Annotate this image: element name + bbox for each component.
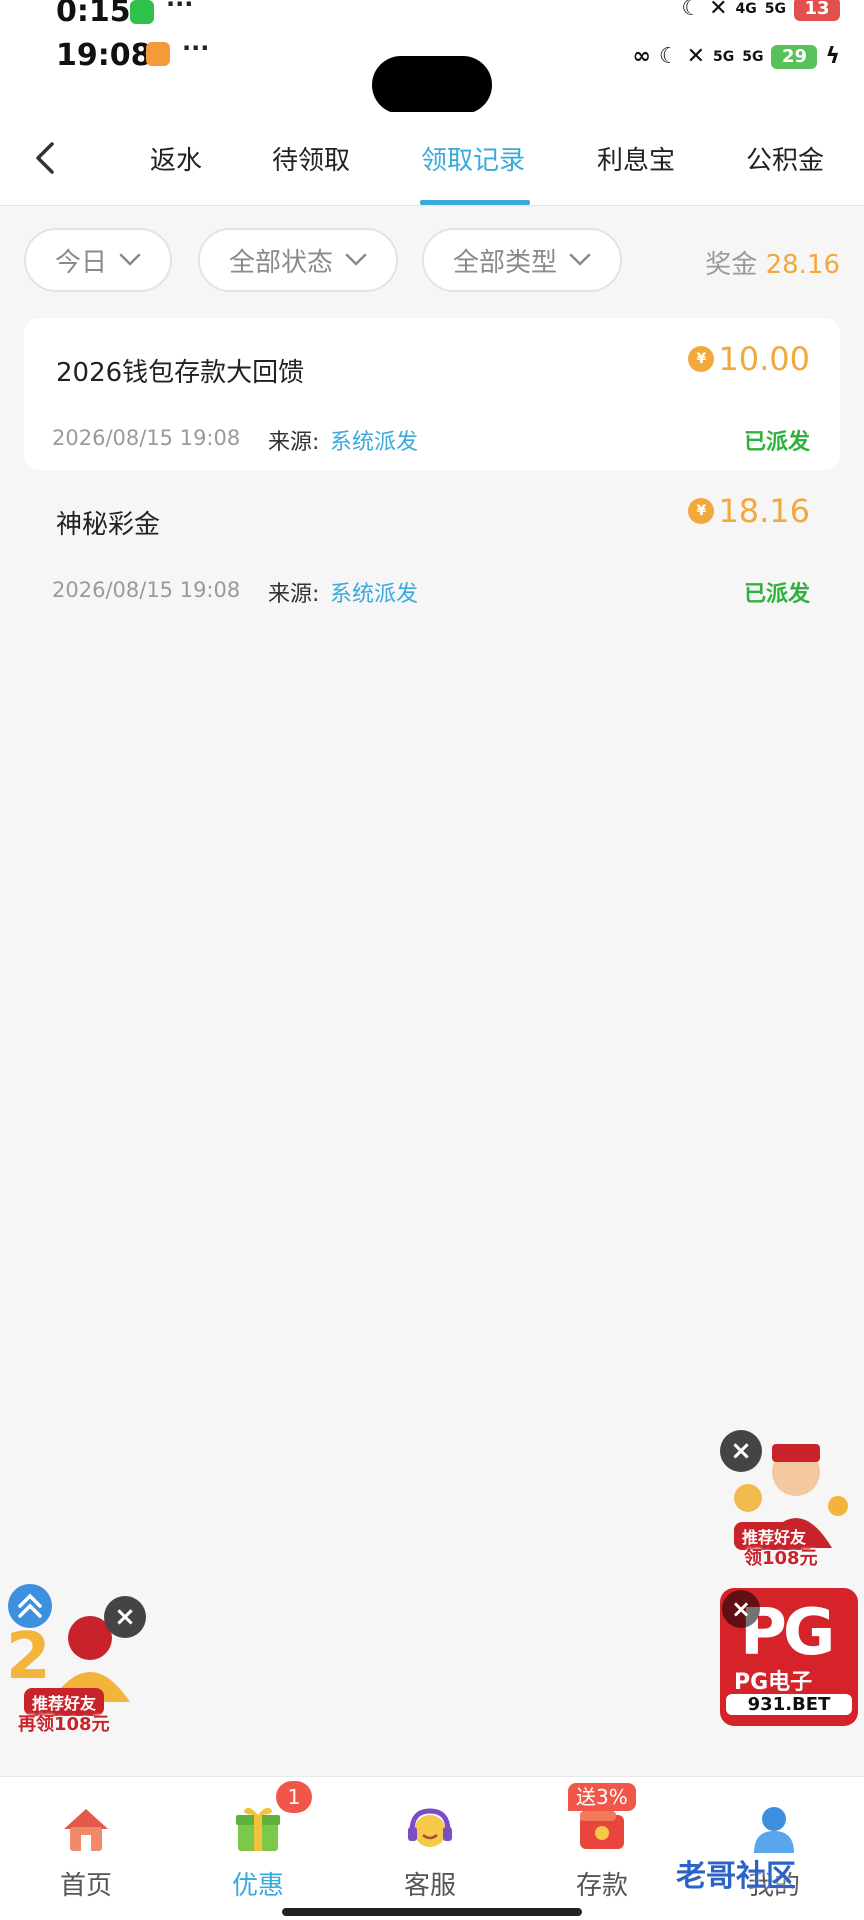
record-amount: ¥ 18.16	[688, 492, 810, 530]
svg-text:2: 2	[6, 1620, 51, 1694]
nav-support[interactable]: 客服	[344, 1777, 516, 1920]
back-button[interactable]	[26, 138, 66, 178]
pg-site: 931.BET	[726, 1694, 852, 1715]
status-time: 0:15	[56, 0, 131, 29]
watermark: 老哥社区	[676, 1859, 796, 1894]
app-notification-icon	[146, 42, 170, 66]
status-time: 19:08	[56, 38, 152, 73]
chevron-down-icon	[569, 253, 591, 266]
record-item[interactable]: 神秘彩金 ¥ 18.16 2026/08/15 19:08 来源: 系统派发 已…	[24, 470, 840, 622]
more-notifications-icon: ···	[182, 34, 210, 62]
status-filter-dropdown[interactable]: 全部状态	[198, 228, 398, 292]
moon-icon: ☾	[658, 44, 679, 69]
record-title: 神秘彩金	[56, 510, 161, 540]
home-icon	[64, 1809, 108, 1851]
gift-icon	[236, 1807, 280, 1851]
pg-label: PG电子	[734, 1670, 813, 1695]
headset-icon	[408, 1808, 452, 1847]
tab-interest[interactable]: 利息宝	[597, 140, 675, 177]
nav-promotions[interactable]: 1 优惠	[172, 1777, 344, 1920]
coin-icon: ¥	[688, 346, 715, 372]
chevron-down-icon	[345, 253, 367, 266]
record-date: 2026/08/15 19:08	[52, 578, 241, 602]
moon-icon: ☾	[681, 0, 702, 21]
charging-icon: ϟ	[825, 44, 840, 69]
top-tab-bar: 返水 待领取 领取记录 利息宝 公积金	[0, 112, 864, 206]
nav-home-label: 首页	[59, 1871, 112, 1901]
tab-pending[interactable]: 待领取	[272, 140, 350, 177]
status-filter-label: 全部状态	[228, 247, 333, 278]
signal-icon: 5G	[764, 0, 786, 17]
bottom-nav: 首页 1 优惠 客服 送3% 存款 我的 老哥社区	[0, 1776, 864, 1920]
signal-icon: 5G	[742, 48, 764, 65]
more-notifications-icon: ···	[166, 0, 194, 18]
status-bar: 19:08 ··· ∞ ☾ ✕ 5G 5G 29 ϟ	[0, 30, 864, 114]
record-status: 已派发	[743, 582, 810, 607]
record-amount: ¥ 10.00	[688, 340, 810, 378]
status-bar-secondary: 0:15 ··· ☾ ✕ 4G 5G 13	[0, 0, 864, 30]
mute-icon: ✕	[686, 44, 706, 69]
signal-icon: 5G	[713, 48, 735, 65]
status-indicators: ∞ ☾ ✕ 5G 5G 29 ϟ	[633, 44, 840, 69]
nav-profile[interactable]: 我的	[688, 1777, 860, 1920]
record-item[interactable]: 2026钱包存款大回馈 ¥ 10.00 2026/08/15 19:08 来源:…	[24, 318, 840, 470]
nav-support-label: 客服	[403, 1871, 456, 1901]
close-icon[interactable]: ×	[722, 1590, 760, 1628]
coin-icon: ¥	[688, 498, 715, 524]
bonus-total: 奖金 28.16	[705, 244, 840, 281]
date-filter-dropdown[interactable]: 今日	[24, 228, 172, 292]
refer-friend-promo[interactable]: × 推荐好友 领108元	[720, 1428, 860, 1569]
link-icon: ∞	[632, 44, 651, 69]
promotions-badge: 1	[276, 1781, 312, 1813]
battery-icon: 13	[794, 0, 840, 21]
record-source: 系统派发	[330, 582, 419, 607]
home-indicator	[282, 1908, 582, 1916]
record-amount-value: 18.16	[718, 492, 810, 530]
promo-subtitle: 再领108元	[18, 1714, 110, 1735]
bonus-value: 28.16	[765, 250, 840, 280]
refer-friend-promo-left[interactable]: 2 × 推荐好友 再领108元	[4, 1592, 146, 1738]
chevron-down-icon	[119, 253, 141, 266]
nav-deposit[interactable]: 送3% 存款	[516, 1777, 688, 1920]
nav-home[interactable]: 首页	[0, 1777, 172, 1920]
promo-subtitle: 领108元	[744, 1548, 818, 1569]
nav-promotions-label: 优惠	[231, 1871, 284, 1901]
type-filter-label: 全部类型	[452, 247, 557, 278]
close-icon[interactable]: ×	[720, 1430, 762, 1472]
record-source-label: 来源:	[268, 430, 320, 455]
deposit-bonus-badge: 送3%	[568, 1783, 636, 1811]
record-title: 2026钱包存款大回馈	[56, 358, 305, 388]
active-tab-indicator	[420, 200, 530, 205]
chevron-left-icon	[36, 142, 54, 174]
record-source: 系统派发	[330, 430, 419, 455]
tab-rebate[interactable]: 返水	[150, 140, 202, 177]
tab-provident-fund[interactable]: 公积金	[746, 140, 824, 177]
record-date: 2026/08/15 19:08	[52, 426, 241, 450]
close-icon[interactable]: ×	[104, 1596, 146, 1638]
record-source-label: 来源:	[268, 582, 320, 607]
user-icon	[754, 1807, 794, 1853]
status-indicators: ☾ ✕ 4G 5G 13	[681, 0, 840, 21]
bonus-label: 奖金	[705, 250, 758, 280]
date-filter-label: 今日	[54, 247, 107, 278]
record-amount-value: 10.00	[718, 340, 810, 378]
camera-notch	[372, 56, 492, 114]
mute-icon: ✕	[709, 0, 728, 21]
tab-claim-records[interactable]: 领取记录	[421, 140, 525, 177]
messages-app-icon	[130, 0, 154, 24]
signal-icon: 4G	[735, 0, 757, 17]
type-filter-dropdown[interactable]: 全部类型	[422, 228, 622, 292]
nav-deposit-label: 存款	[575, 1871, 628, 1901]
pg-game-promo[interactable]: PG PG电子 931.BET ×	[720, 1588, 858, 1726]
record-status: 已派发	[743, 430, 810, 455]
battery-icon: 29	[771, 44, 818, 69]
